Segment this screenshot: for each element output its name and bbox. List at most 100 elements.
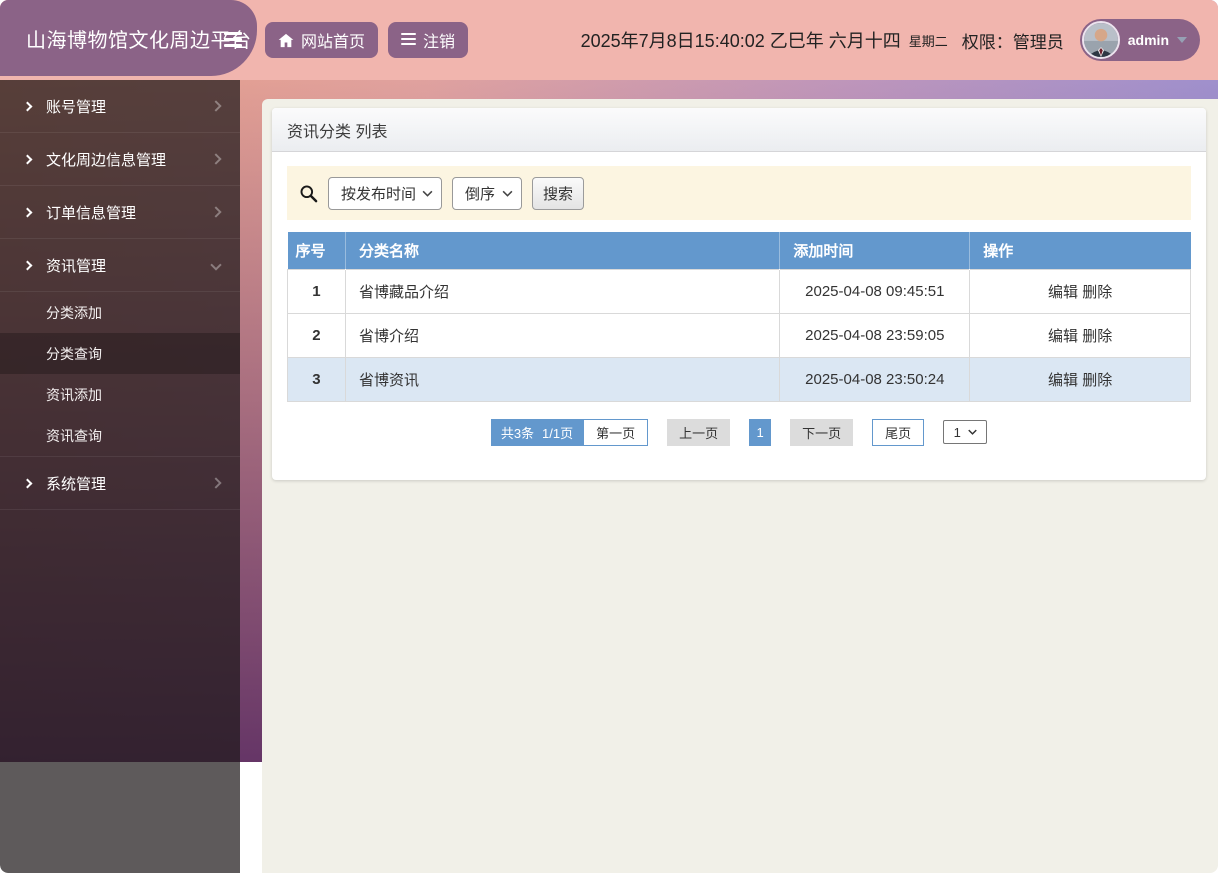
sidebar-subitem-label: 分类查询 (46, 345, 102, 362)
pagination: 共3条 1/1页 第一页 上一页 1 下一页 尾页 1 (287, 418, 1191, 446)
app-title: 山海博物馆文化周边平台 (26, 29, 252, 52)
logout-button-label: 注销 (423, 34, 456, 51)
chevron-down-icon (422, 190, 433, 197)
permission-text: 权限：管理员 (961, 32, 1064, 52)
house-icon (278, 33, 294, 47)
page-select-value: 1 (953, 424, 961, 440)
sort-field-select[interactable]: 按发布时间 (328, 176, 442, 210)
edit-link[interactable]: 编辑 (1048, 328, 1078, 345)
chevron-right-icon (22, 260, 33, 270)
home-button-label: 网站首页 (301, 34, 366, 51)
sort-field-value: 按发布时间 (341, 185, 417, 203)
datetime-text: 2025年7月8日15:40:02 乙巳年 六月十四 (580, 31, 901, 51)
cell-actions: 编辑 删除 (969, 356, 1191, 402)
cell-name: 省博介绍 (344, 312, 781, 358)
chevron-right-icon (22, 207, 33, 217)
panel-body: 按发布时间 倒序 搜索 序号 分类名称 添加时间 操作 1 省博藏品介绍 202… (272, 152, 1206, 460)
sidebar-subitem-label: 分类添加 (46, 304, 102, 321)
prev-page-button[interactable]: 上一页 (667, 418, 731, 446)
chevron-down-icon (502, 190, 513, 197)
top-bar: 山海博物馆文化周边平台 网站首页 注销 2025年7月8日15:40:02 乙巳… (0, 0, 1218, 80)
sidebar-item-label: 系统管理 (46, 475, 107, 493)
edit-link[interactable]: 编辑 (1048, 372, 1078, 389)
first-page-button[interactable]: 第一页 (583, 418, 649, 446)
sidebar-item-label: 文化周边信息管理 (46, 151, 167, 169)
chevron-down-icon (210, 259, 222, 271)
cell-time: 2025-04-08 23:59:05 (779, 312, 971, 358)
column-header-index: 序号 (287, 232, 346, 269)
cell-actions: 编辑 删除 (969, 312, 1191, 358)
avatar (1081, 21, 1120, 59)
sidebar-subitem-category-query[interactable]: 分类查询 (0, 333, 240, 374)
search-bar: 按发布时间 倒序 搜索 (287, 166, 1191, 220)
user-menu[interactable]: admin (1079, 19, 1200, 61)
cell-name: 省博资讯 (344, 356, 781, 402)
table-row: 1 省博藏品介绍 2025-04-08 09:45:51 编辑 删除 (287, 268, 1191, 314)
column-header-name: 分类名称 (345, 232, 781, 269)
delete-link[interactable]: 删除 (1082, 328, 1112, 345)
cell-time: 2025-04-08 09:45:51 (779, 268, 971, 314)
main-content: 资讯分类 列表 按发布时间 倒序 搜索 序号 分类名称 添加时间 操作 1 省博… (262, 99, 1218, 873)
cell-index: 2 (287, 312, 346, 358)
total-count: 共3条 (500, 425, 535, 441)
sidebar-subitem-label: 资讯添加 (46, 386, 102, 403)
username-label: admin (1127, 32, 1169, 48)
page-select[interactable]: 1 (943, 420, 988, 444)
column-header-time: 添加时间 (779, 232, 971, 269)
chevron-right-icon (22, 478, 33, 488)
pagination-summary: 共3条 1/1页 (490, 418, 584, 446)
chevron-right-icon (22, 154, 33, 164)
sidebar-item-news-mgmt[interactable]: 资讯管理 (0, 239, 240, 292)
home-button[interactable]: 网站首页 (265, 22, 379, 58)
cell-name: 省博藏品介绍 (344, 268, 781, 314)
search-button[interactable]: 搜索 (532, 176, 584, 210)
last-page-button[interactable]: 尾页 (872, 418, 925, 446)
cell-index: 1 (287, 268, 346, 314)
chevron-right-icon (210, 100, 222, 112)
current-page-button[interactable]: 1 (749, 418, 772, 446)
list-icon (401, 32, 417, 48)
delete-link[interactable]: 删除 (1082, 284, 1112, 301)
logout-button[interactable]: 注销 (388, 22, 469, 58)
cell-index: 3 (287, 356, 346, 402)
table-header-row: 序号 分类名称 添加时间 操作 (287, 232, 1191, 269)
sidebar: 账号管理 文化周边信息管理 订单信息管理 资讯管理 分类添加 分类查询 资讯添加… (0, 80, 240, 873)
pagination-summary-group: 共3条 1/1页 第一页 (490, 418, 649, 446)
sidebar-item-label: 资讯管理 (46, 257, 107, 275)
weekday-text: 星期二 (908, 33, 948, 49)
delete-link[interactable]: 删除 (1082, 372, 1112, 389)
sidebar-item-order-mgmt[interactable]: 订单信息管理 (0, 186, 240, 239)
sidebar-toggle-hamburger-icon[interactable] (224, 32, 242, 50)
sidebar-subitem-news-add[interactable]: 资讯添加 (0, 374, 240, 415)
cell-time: 2025-04-08 23:50:24 (779, 356, 971, 402)
chevron-right-icon (22, 101, 33, 111)
sidebar-item-label: 订单信息管理 (46, 204, 137, 222)
table-row: 3 省博资讯 2025-04-08 23:50:24 编辑 删除 (287, 356, 1191, 402)
sort-order-select[interactable]: 倒序 (452, 176, 522, 210)
chevron-right-icon (210, 477, 222, 489)
table-row: 2 省博介绍 2025-04-08 23:59:05 编辑 删除 (287, 312, 1191, 358)
app-logo: 山海博物馆文化周边平台 (0, 0, 257, 76)
sidebar-item-label: 账号管理 (46, 98, 107, 116)
sidebar-submenu-news: 分类添加 分类查询 资讯添加 资讯查询 (0, 292, 240, 457)
app-window: 山海博物馆文化周边平台 网站首页 注销 2025年7月8日15:40:02 乙巳… (0, 0, 1218, 873)
sidebar-item-system-mgmt[interactable]: 系统管理 (0, 457, 240, 510)
sidebar-subitem-label: 资讯查询 (46, 427, 102, 444)
sidebar-item-account-mgmt[interactable]: 账号管理 (0, 80, 240, 133)
next-page-button[interactable]: 下一页 (790, 418, 854, 446)
sidebar-subitem-category-add[interactable]: 分类添加 (0, 292, 240, 333)
chevron-down-icon (968, 429, 977, 435)
edit-link[interactable]: 编辑 (1048, 284, 1078, 301)
caret-down-icon (1177, 37, 1187, 43)
column-header-actions: 操作 (969, 232, 1191, 269)
news-category-panel: 资讯分类 列表 按发布时间 倒序 搜索 序号 分类名称 添加时间 操作 1 省博… (272, 108, 1206, 480)
chevron-right-icon (210, 206, 222, 218)
magnifier-icon (300, 185, 318, 202)
cell-actions: 编辑 删除 (969, 268, 1191, 314)
sidebar-subitem-news-query[interactable]: 资讯查询 (0, 415, 240, 456)
panel-title: 资讯分类 列表 (272, 108, 1206, 152)
sidebar-item-culture-info-mgmt[interactable]: 文化周边信息管理 (0, 133, 240, 186)
sort-order-value: 倒序 (465, 185, 496, 203)
category-table: 序号 分类名称 添加时间 操作 1 省博藏品介绍 2025-04-08 09:4… (287, 232, 1191, 402)
chevron-right-icon (210, 153, 222, 165)
